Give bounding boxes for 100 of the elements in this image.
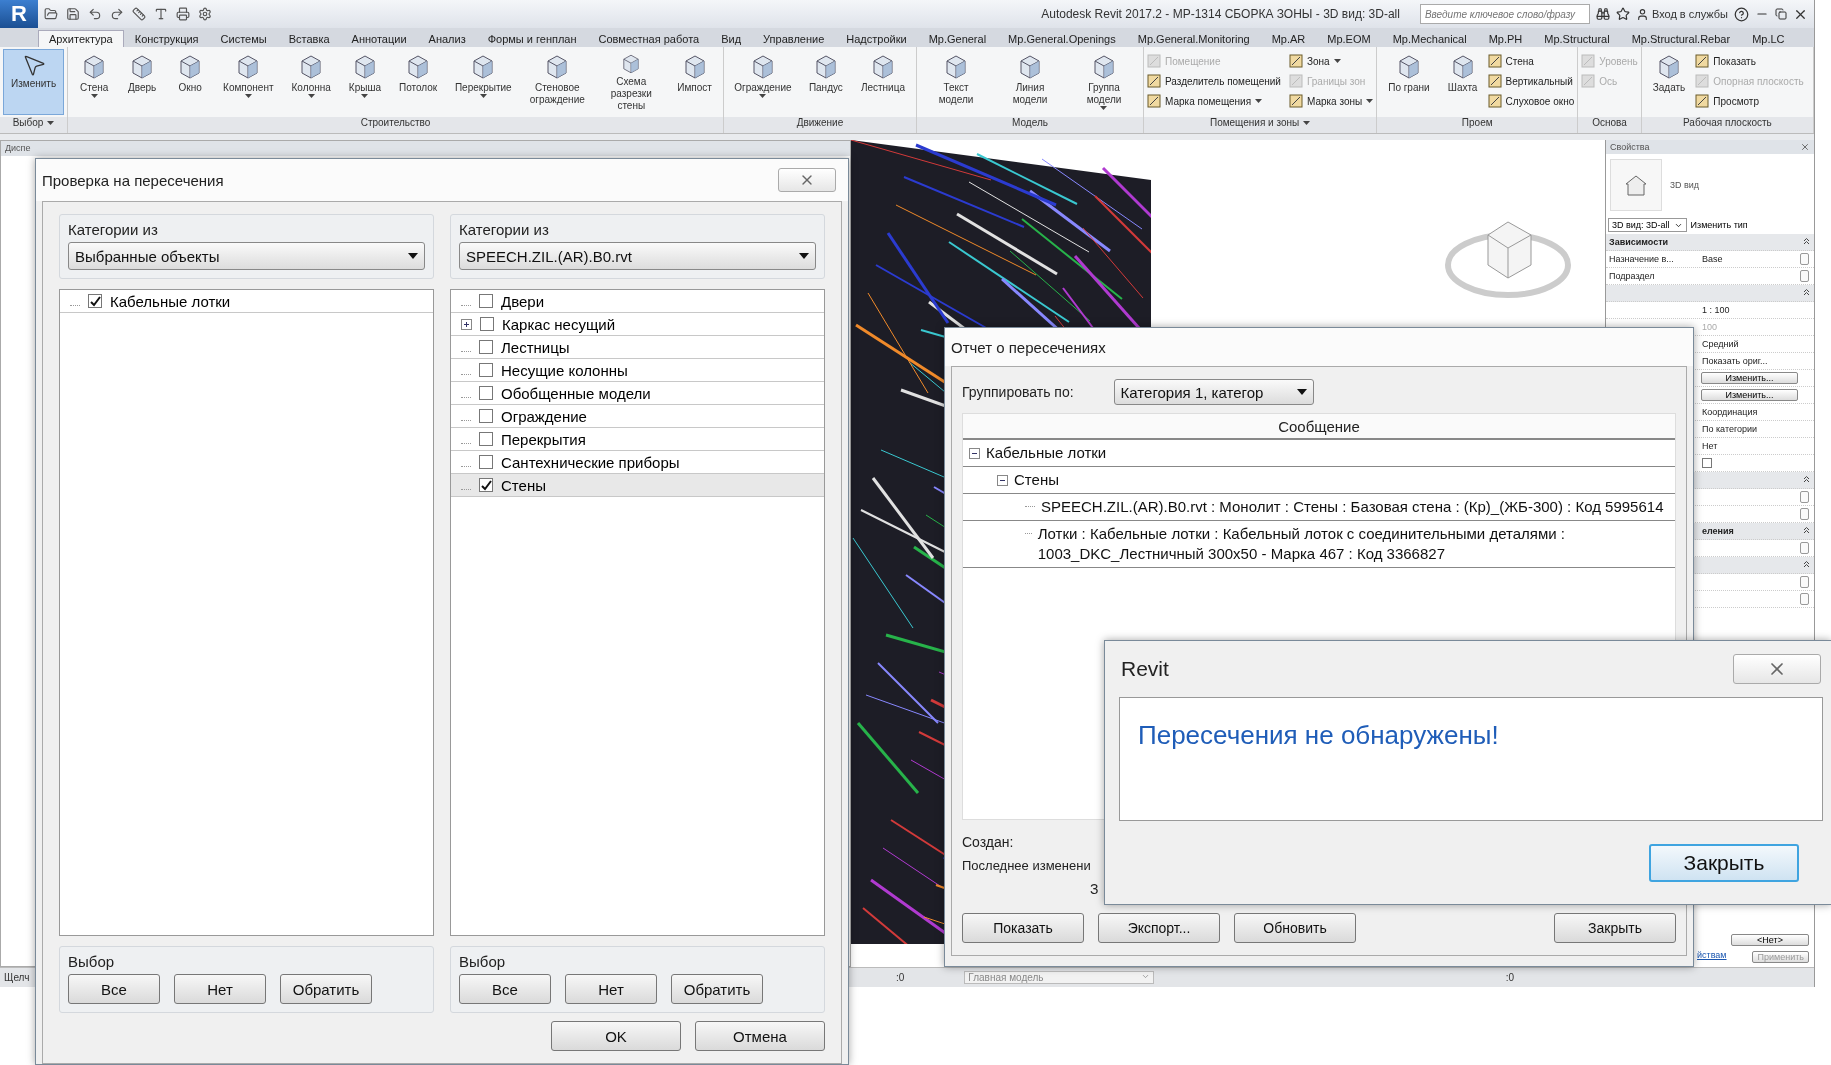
ribbon-button[interactable]: Пандус xyxy=(800,49,851,115)
ribbon-button[interactable]: Колонна xyxy=(283,49,339,115)
ribbon-button[interactable]: Стеновое ограждение xyxy=(521,49,594,115)
ribbon-small-button[interactable]: Разделитель помещений xyxy=(1147,71,1281,91)
ribbon-button[interactable]: Компонент xyxy=(215,49,282,115)
collapse-toggle[interactable] xyxy=(997,475,1008,486)
ribbon-tab[interactable]: Формы и генплан xyxy=(476,30,588,47)
ribbon-tab[interactable]: Системы xyxy=(209,30,278,47)
ribbon-tab[interactable]: Mp.General.Monitoring xyxy=(1126,30,1261,47)
ribbon-button[interactable]: Окно xyxy=(167,49,214,115)
caret-icon[interactable] xyxy=(47,121,55,126)
edit-button[interactable]: Изменить... xyxy=(1701,372,1798,384)
checkbox[interactable] xyxy=(479,340,493,354)
checkbox[interactable] xyxy=(480,317,494,331)
edit-button[interactable] xyxy=(1800,270,1809,282)
tree-item[interactable]: Лотки : Кабельные лотки : Кабельный лоток с соединительными деталями : 1003_DKC_Лестничный 300x50 - Марка 467 : Код 3366827 xyxy=(1037,524,1669,564)
ribbon-button[interactable]: Крыша xyxy=(340,49,389,115)
checkbox[interactable] xyxy=(479,455,493,469)
selection-button[interactable]: Все xyxy=(459,974,551,1004)
checkbox[interactable] xyxy=(479,478,493,492)
source-dropdown[interactable]: SPEECH.ZIL.(AR).B0.rvt xyxy=(459,242,816,270)
redo-icon[interactable] xyxy=(110,7,124,21)
ribbon-small-button[interactable]: Вертикальный xyxy=(1487,71,1575,91)
checkbox[interactable] xyxy=(479,363,493,377)
checkbox[interactable] xyxy=(88,294,102,308)
ribbon-small-button[interactable]: Марка зоны xyxy=(1288,91,1374,111)
dialog-button[interactable]: Показать xyxy=(962,913,1084,943)
selection-button[interactable]: Все xyxy=(68,974,160,1004)
ribbon-small-button[interactable]: Показать xyxy=(1695,51,1804,71)
save-icon[interactable] xyxy=(66,7,80,21)
gear-icon[interactable] xyxy=(198,7,212,21)
edit-button[interactable] xyxy=(1800,253,1809,265)
text-icon[interactable] xyxy=(154,7,168,21)
ribbon-tab[interactable]: Архитектура xyxy=(38,30,124,47)
folder-icon[interactable] xyxy=(44,7,58,21)
panel-title[interactable]: Выбор xyxy=(0,117,68,133)
help-icon[interactable] xyxy=(1734,6,1749,22)
edit-button[interactable] xyxy=(1800,508,1809,520)
ribbon-tab[interactable]: Надстройки xyxy=(835,30,918,47)
ribbon-tab[interactable]: Совместная работа xyxy=(587,30,711,47)
tree-item[interactable]: Стены xyxy=(1014,470,1059,490)
ribbon-button[interactable]: Задать xyxy=(1644,49,1694,115)
star-icon[interactable] xyxy=(1615,7,1630,21)
ribbon-button[interactable]: Импост xyxy=(669,49,720,115)
close-button[interactable]: Закрыть xyxy=(1649,843,1799,882)
list-row[interactable]: Стены xyxy=(451,474,824,497)
ribbon-tab[interactable]: Вид xyxy=(710,30,753,47)
ribbon-button[interactable]: Изменить xyxy=(3,49,65,115)
edit-button[interactable]: Изменить... xyxy=(1701,389,1798,401)
dialog-button[interactable]: Обновить xyxy=(1234,913,1356,943)
checkbox[interactable] xyxy=(1702,458,1712,468)
ribbon-tab[interactable]: Mp.Mechanical xyxy=(1381,30,1478,47)
tree-item[interactable]: Кабельные лотки xyxy=(986,443,1107,463)
ribbon-tab[interactable]: Mp.General xyxy=(917,30,998,47)
ribbon-tab[interactable]: Mp.LC xyxy=(1741,30,1796,47)
checkbox[interactable] xyxy=(479,432,493,446)
view-selector[interactable]: 3D вид: 3D-all xyxy=(1608,218,1687,232)
ribbon-tab[interactable]: Вставка xyxy=(277,30,341,47)
ribbon-tab[interactable]: Mp.EOM xyxy=(1316,30,1382,47)
selection-button[interactable]: Нет xyxy=(174,974,266,1004)
dialog-button[interactable]: Экспорт... xyxy=(1098,913,1220,943)
ribbon-button[interactable]: Шахта xyxy=(1439,49,1486,115)
ruler-icon[interactable] xyxy=(132,7,146,21)
ribbon-small-button[interactable]: Стена xyxy=(1487,51,1575,71)
collapse-icon[interactable] xyxy=(1803,288,1810,296)
ribbon-small-button[interactable]: Зона xyxy=(1288,51,1374,71)
collapse-icon[interactable] xyxy=(1803,237,1810,245)
ribbon-tab[interactable]: Mp.Structural xyxy=(1533,30,1621,47)
dialog-button[interactable]: Отмена xyxy=(695,1021,825,1051)
collapse-icon[interactable] xyxy=(1803,560,1810,568)
ribbon-small-button[interactable]: Марка помещения xyxy=(1147,91,1281,111)
close-button[interactable] xyxy=(1733,654,1821,684)
edit-button[interactable] xyxy=(1800,491,1809,503)
ribbon-tab[interactable]: Конструкция xyxy=(123,30,210,47)
printer-icon[interactable] xyxy=(176,7,190,21)
tree-item[interactable]: SPEECH.ZIL.(AR).B0.rvt : Монолит : Стены : Базовая стена : (Кр)_(ЖБ-300) : Код 5995614 xyxy=(1041,497,1664,517)
search-field[interactable]: Введите ключевое слово/фразу xyxy=(1419,4,1590,24)
ribbon-button[interactable]: По грани xyxy=(1380,49,1438,115)
edit-button[interactable] xyxy=(1800,593,1809,605)
ribbon-button[interactable]: Лестница xyxy=(852,49,913,115)
ribbon-button[interactable]: Схема разрезки стены xyxy=(595,49,668,115)
help-link[interactable]: йствам xyxy=(1697,950,1727,964)
source-dropdown[interactable]: Выбранные объекты xyxy=(68,242,425,270)
ribbon-button[interactable]: Дверь xyxy=(119,49,166,115)
selector-field[interactable]: <Нет> xyxy=(1731,934,1809,946)
dialog-button[interactable]: OK xyxy=(551,1021,681,1051)
ribbon-tab[interactable]: Mp.AR xyxy=(1260,30,1317,47)
ribbon-tab[interactable]: Управление xyxy=(752,30,836,47)
ribbon-button[interactable]: Ограждение xyxy=(726,49,799,115)
caret-icon[interactable] xyxy=(1303,121,1311,126)
edit-button[interactable] xyxy=(1800,576,1809,588)
ribbon-small-button[interactable]: Просмотр xyxy=(1695,91,1804,111)
ribbon-tab[interactable]: Mp.PH xyxy=(1477,30,1534,47)
ribbon-tab[interactable]: Анализ xyxy=(417,30,477,47)
panel-title[interactable]: Помещения и зоны xyxy=(1144,117,1377,133)
close-button[interactable]: Закрыть xyxy=(1554,913,1676,943)
ribbon-button[interactable]: Стена xyxy=(71,49,118,115)
sign-in-button[interactable]: Вход в службы xyxy=(1635,7,1728,21)
binoculars-icon[interactable] xyxy=(1595,7,1610,21)
ribbon-tab[interactable]: Аннотации xyxy=(340,30,418,47)
